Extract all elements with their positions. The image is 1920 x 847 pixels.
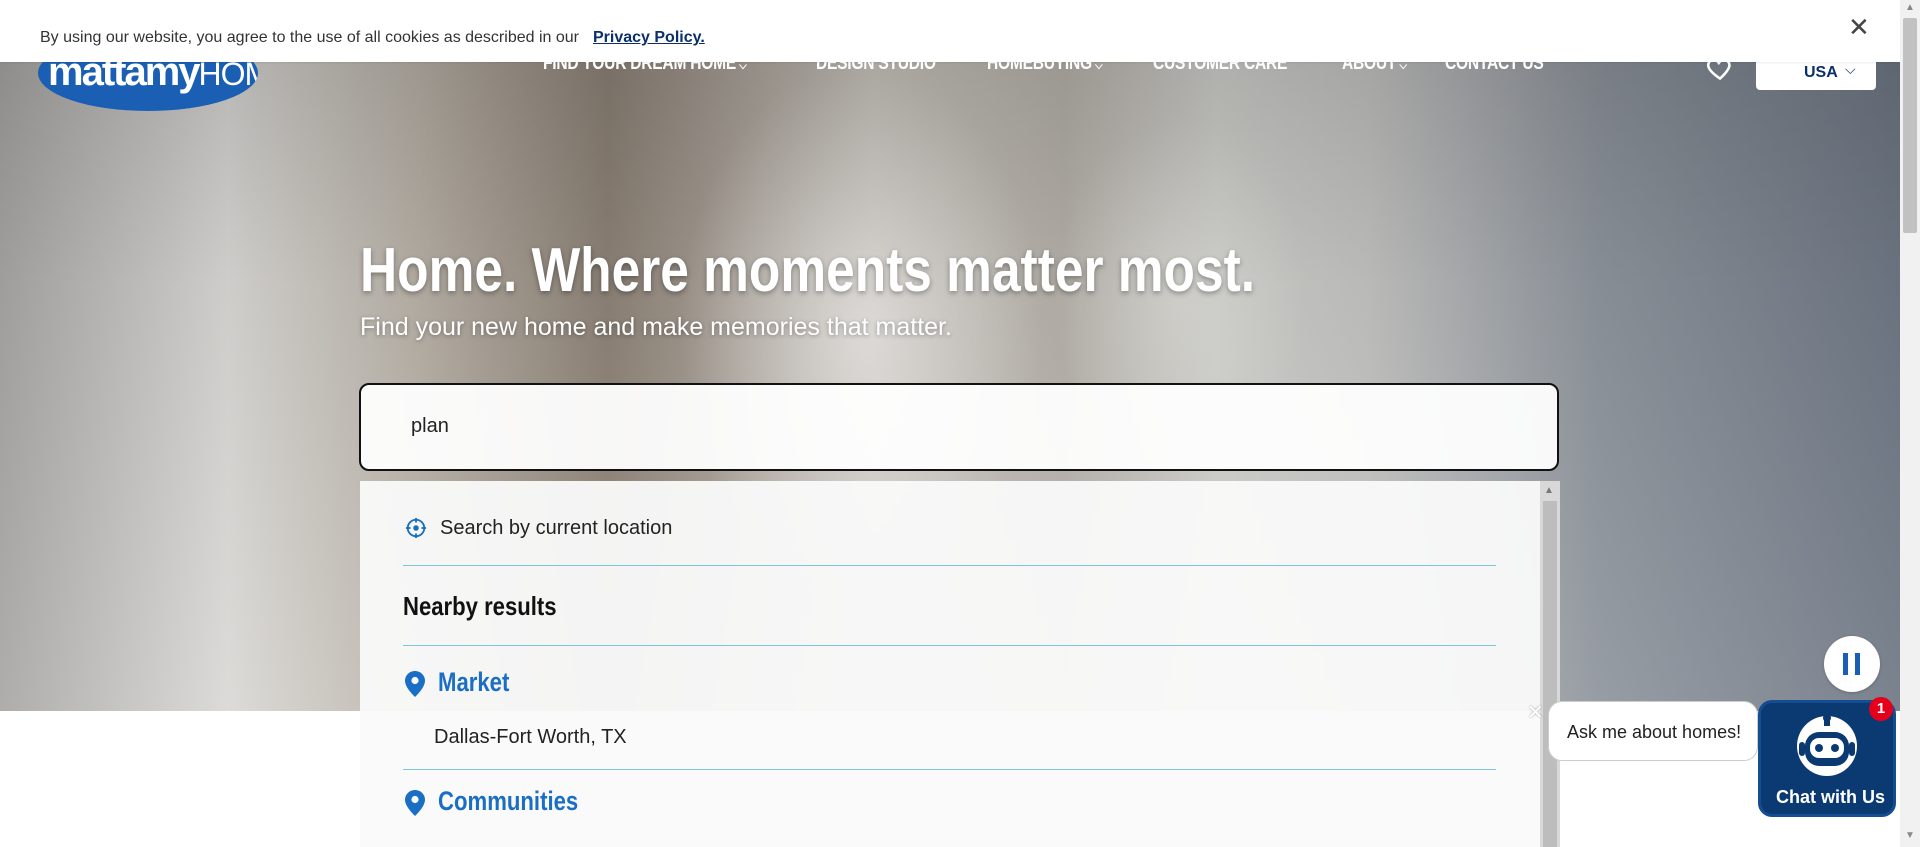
- divider: [403, 769, 1496, 770]
- cookie-banner: By using our website, you agree to the u…: [0, 0, 1900, 62]
- scroll-up-icon[interactable]: ▲: [1905, 2, 1915, 13]
- search-input[interactable]: plan: [359, 383, 1559, 471]
- dropdown-scroll-thumb[interactable]: [1543, 501, 1557, 847]
- search-current-location[interactable]: Search by current location: [440, 517, 672, 540]
- nearby-results-heading: Nearby results: [403, 591, 557, 621]
- crosshair-icon: [405, 517, 427, 539]
- page-scroll-thumb[interactable]: [1903, 18, 1917, 233]
- divider: [403, 645, 1496, 646]
- search-input-value: plan: [411, 415, 449, 437]
- hero-headline: Home. Where moments matter most.: [360, 236, 1256, 305]
- country-label: USA: [1804, 64, 1838, 81]
- scroll-up-icon[interactable]: ▲: [1544, 485, 1554, 496]
- result-item[interactable]: Dallas-Fort Worth, TX: [434, 726, 627, 749]
- pause-video-button[interactable]: [1824, 636, 1880, 692]
- search-suggestions: Search by current location Nearby result…: [360, 481, 1560, 847]
- category-communities[interactable]: Communities: [438, 786, 578, 817]
- close-icon[interactable]: ✕: [1848, 14, 1870, 40]
- notification-badge: 1: [1869, 697, 1893, 721]
- dropdown-scrollbar[interactable]: ▲: [1540, 481, 1560, 847]
- pause-icon: [1843, 653, 1848, 675]
- map-pin-icon: [405, 671, 425, 697]
- category-market[interactable]: Market: [438, 667, 509, 698]
- chat-with-us-label: Chat with Us: [1776, 787, 1886, 807]
- scroll-down-icon[interactable]: ▼: [1905, 830, 1915, 841]
- close-icon[interactable]: ✕: [1527, 700, 1544, 725]
- robot-icon: [1797, 714, 1857, 776]
- cookie-text: By using our website, you agree to the u…: [40, 29, 579, 46]
- chevron-down-icon: ⌵: [1845, 61, 1856, 77]
- hero-subheadline: Find your new home and make memories tha…: [360, 313, 952, 341]
- map-pin-icon: [405, 790, 425, 816]
- privacy-policy-link[interactable]: Privacy Policy.: [593, 29, 705, 47]
- chat-prompt-bubble[interactable]: Ask me about homes!: [1548, 701, 1758, 761]
- divider: [403, 565, 1496, 566]
- chat-prompt-text: Ask me about homes!: [1567, 722, 1742, 742]
